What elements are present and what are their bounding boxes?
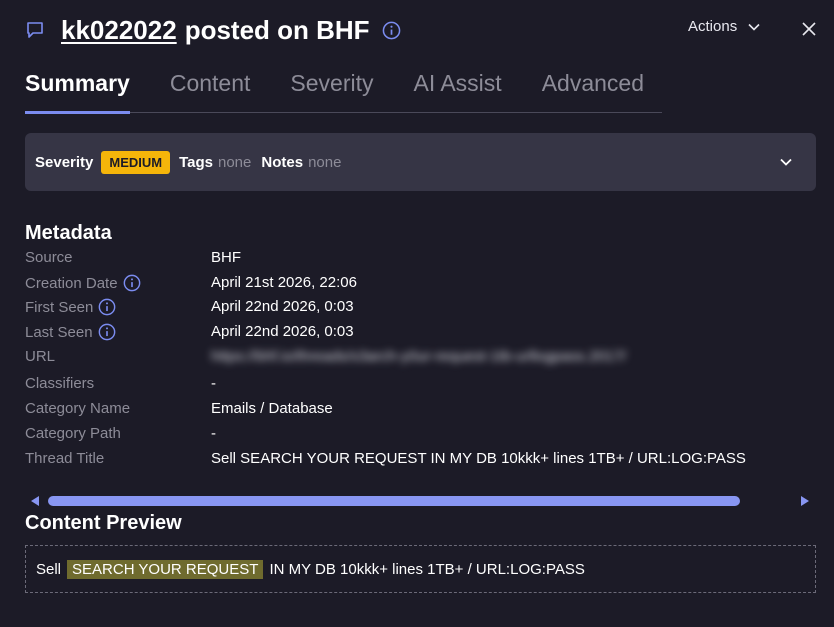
preview-highlight: SEARCH YOUR REQUEST (67, 559, 264, 579)
notes-label: Notes (261, 153, 304, 171)
metadata-row-classifiers: Classifiers - (25, 375, 805, 395)
info-icon[interactable] (98, 298, 116, 316)
metadata-row-category-name: Category Name Emails / Database (25, 400, 805, 420)
metadata-key: Source (25, 249, 73, 266)
author-link[interactable]: kk022022 (61, 15, 177, 46)
title-text: posted on BHF (184, 14, 370, 45)
chat-bubble-icon (25, 19, 47, 41)
chevron-down-icon (747, 20, 761, 34)
horizontal-scrollbar[interactable] (30, 494, 810, 508)
tab-bar: Summary Content Severity AI Assist Advan… (25, 70, 662, 114)
page-title: kk022022 posted on BHF (61, 15, 401, 46)
metadata-row-creation-date: Creation Date April 21st 2026, 22:06 (25, 274, 805, 294)
preview-text-after: IN MY DB 10kkk+ lines 1TB+ / URL:LOG:PAS… (269, 560, 585, 578)
metadata-key: Creation Date (25, 274, 141, 292)
tab-summary[interactable]: Summary (25, 70, 130, 114)
preview-text-before: Sell (36, 560, 62, 578)
metadata-heading: Metadata (25, 222, 112, 244)
metadata-row-thread-title: Thread Title Sell SEARCH YOUR REQUEST IN… (25, 450, 805, 470)
panel-header: kk022022 posted on BHF (25, 12, 401, 48)
info-icon[interactable] (123, 274, 141, 292)
actions-dropdown[interactable]: Actions (688, 18, 761, 35)
metadata-value: Emails / Database (211, 400, 333, 417)
content-preview-heading: Content Preview (25, 512, 182, 534)
tab-ai-assist[interactable]: AI Assist (413, 70, 501, 113)
metadata-row-source: Source BHF (25, 249, 805, 269)
info-icon[interactable] (382, 21, 401, 40)
metadata-value: BHF (211, 249, 241, 266)
expand-chevron-icon[interactable] (778, 154, 794, 170)
tags-label: Tags (179, 153, 213, 171)
url-link-redacted[interactable]: https://bhf.io/threads/s3arch-y0ur-reque… (211, 348, 626, 365)
metadata-value: April 21st 2026, 22:06 (211, 274, 357, 291)
tab-content[interactable]: Content (170, 70, 251, 113)
metadata-value: April 22nd 2026, 0:03 (211, 323, 354, 340)
content-preview-box: Sell SEARCH YOUR REQUEST IN MY DB 10kkk+… (25, 545, 816, 593)
tab-severity[interactable]: Severity (290, 70, 373, 113)
metadata-row-first-seen: First Seen April 22nd 2026, 0:03 (25, 298, 805, 318)
metadata-row-url: URL https://bhf.io/threads/s3arch-y0ur-r… (25, 348, 805, 368)
info-icon[interactable] (98, 323, 116, 341)
metadata-value: - (211, 425, 216, 442)
notes-value: none (308, 153, 342, 171)
scrollbar-thumb[interactable] (48, 496, 740, 506)
severity-summary-bar[interactable]: Severity MEDIUM Tags none Notes none (25, 133, 816, 191)
close-icon[interactable] (800, 20, 818, 38)
metadata-key: Last Seen (25, 323, 116, 341)
scroll-left-arrow-icon[interactable] (30, 495, 40, 507)
tab-advanced[interactable]: Advanced (542, 70, 644, 113)
metadata-value: - (211, 375, 216, 392)
scroll-right-arrow-icon[interactable] (800, 495, 810, 507)
metadata-key: URL (25, 348, 56, 365)
severity-badge: MEDIUM (101, 150, 171, 174)
alert-detail-panel: kk022022 posted on BHF Actions Summary C… (0, 0, 834, 627)
metadata-key: First Seen (25, 298, 116, 316)
metadata-key: Category Path (25, 425, 121, 442)
metadata-row-last-seen: Last Seen April 22nd 2026, 0:03 (25, 323, 805, 343)
actions-label: Actions (688, 18, 738, 35)
tags-value: none (218, 153, 252, 171)
severity-label: Severity (35, 153, 94, 171)
metadata-key: Classifiers (25, 375, 95, 392)
metadata-row-category-path: Category Path - (25, 425, 805, 445)
metadata-value: Sell SEARCH YOUR REQUEST IN MY DB 10kkk+… (211, 450, 746, 467)
metadata-value: April 22nd 2026, 0:03 (211, 298, 354, 315)
metadata-key: Thread Title (25, 450, 105, 467)
metadata-key: Category Name (25, 400, 131, 417)
